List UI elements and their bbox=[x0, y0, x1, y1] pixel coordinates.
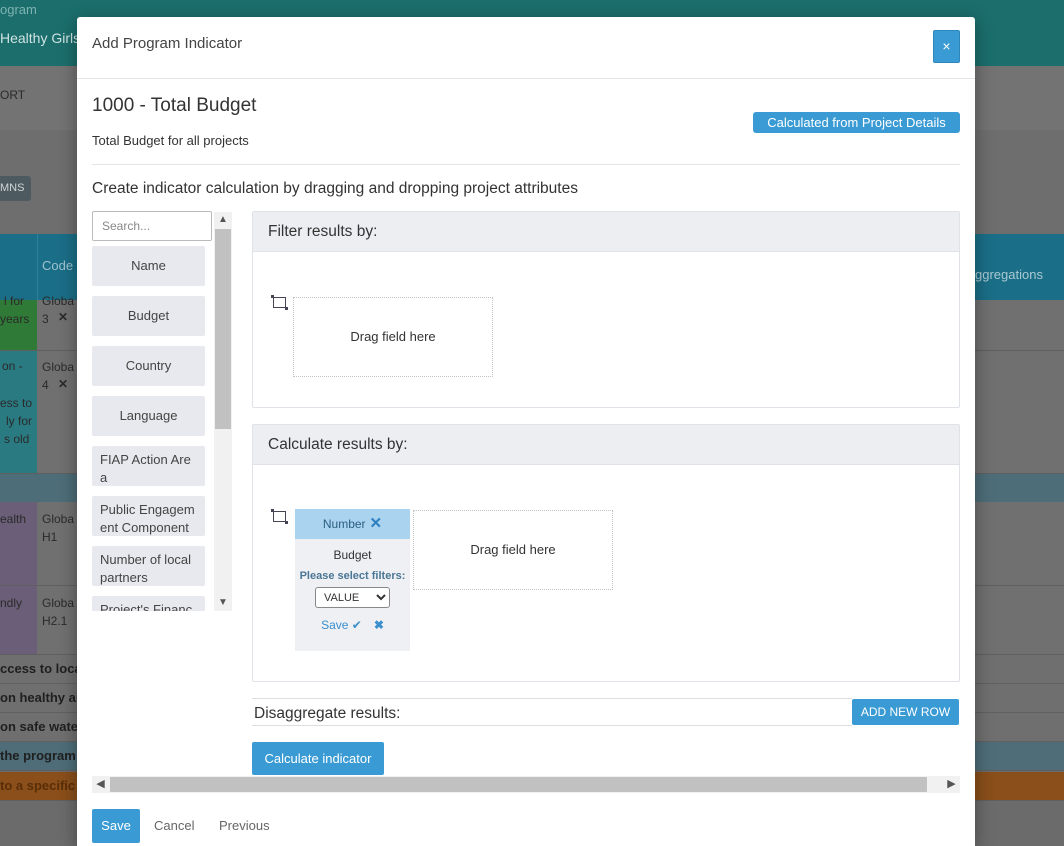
calculate-dropzone[interactable]: Drag field here bbox=[413, 510, 613, 590]
attribute-item-language[interactable]: Language bbox=[92, 396, 205, 436]
background-remove-icon: ✕ bbox=[58, 377, 69, 391]
background-toolbar-label: ORT bbox=[0, 88, 26, 102]
scroll-right-icon[interactable]: ▶ bbox=[943, 776, 960, 793]
scrollbar-thumb[interactable] bbox=[215, 229, 231, 429]
filter-panel-title: Filter results by: bbox=[253, 212, 959, 252]
number-card-field: Budget bbox=[333, 548, 372, 562]
close-button[interactable]: × bbox=[933, 30, 960, 63]
card-actions: Save ✔ ✖ bbox=[295, 618, 410, 632]
modal-title: Add Program Indicator bbox=[92, 35, 243, 52]
instructions-text: Create indicator calculation by dragging… bbox=[92, 180, 578, 197]
drag-handle-icon[interactable] bbox=[271, 509, 288, 524]
add-program-indicator-modal: Add Program Indicator × 1000 - Total Bud… bbox=[77, 17, 975, 846]
number-card-type: Number bbox=[322, 517, 366, 531]
background-columns-button: MNS bbox=[0, 176, 31, 201]
filters-prompt: Please select filters: bbox=[299, 570, 406, 582]
calculate-panel: Calculate results by: Number ✕ Budget Ple… bbox=[252, 424, 960, 682]
attribute-item-local-partners[interactable]: Number of local partners bbox=[92, 546, 205, 586]
disaggregate-label: Disaggregate results: bbox=[252, 698, 852, 726]
attribute-item-project-financ[interactable]: Project's Financ bbox=[92, 596, 205, 611]
attribute-item-public-engagement[interactable]: Public Engagem ent Component bbox=[92, 496, 205, 536]
divider bbox=[92, 164, 960, 165]
check-icon: ✔ bbox=[351, 618, 362, 632]
background-code-header: Code bbox=[42, 258, 74, 273]
filter-dropzone[interactable]: Drag field here bbox=[293, 297, 493, 377]
background-breadcrumb: ogram bbox=[0, 2, 37, 17]
background-aggregations-header: ggregations bbox=[975, 267, 1043, 282]
number-card: Number ✕ Budget Please select filters: VA… bbox=[295, 509, 410, 651]
filter-panel: Filter results by: Drag field here bbox=[252, 211, 960, 408]
calculate-panel-title: Calculate results by: bbox=[253, 425, 959, 465]
horizontal-scrollbar[interactable]: ◀ ▶ bbox=[92, 776, 960, 793]
drag-handle-icon[interactable] bbox=[271, 295, 288, 310]
background-remove-icon: ✕ bbox=[58, 310, 69, 324]
indicator-title: 1000 - Total Budget bbox=[92, 95, 257, 116]
attribute-item-country[interactable]: Country bbox=[92, 346, 205, 386]
card-cancel-icon[interactable]: ✖ bbox=[374, 618, 384, 632]
card-save-button[interactable]: Save ✔ bbox=[321, 618, 362, 632]
calculate-indicator-button[interactable]: Calculate indicator bbox=[252, 742, 384, 775]
value-select[interactable]: VALUE bbox=[315, 587, 390, 608]
indicator-description: Total Budget for all projects bbox=[92, 133, 249, 148]
background-program-name: Healthy Girls bbox=[0, 30, 81, 46]
attribute-item-name[interactable]: Name bbox=[92, 246, 205, 286]
attribute-item-fiap-action-area[interactable]: FIAP Action Are a bbox=[92, 446, 205, 486]
scroll-left-icon[interactable]: ◀ bbox=[92, 776, 109, 793]
attribute-item-budget[interactable]: Budget bbox=[92, 296, 205, 336]
cancel-link[interactable]: Cancel bbox=[154, 818, 194, 833]
calculated-badge: Calculated from Project Details bbox=[753, 112, 960, 133]
number-card-header: Number ✕ bbox=[295, 509, 410, 539]
attribute-list-scrollbar[interactable]: ▲ ▼ bbox=[214, 212, 232, 611]
previous-link[interactable]: Previous bbox=[219, 818, 270, 833]
attribute-search-input[interactable] bbox=[92, 211, 212, 241]
save-button[interactable]: Save bbox=[92, 809, 140, 843]
add-new-row-button[interactable]: ADD NEW ROW bbox=[852, 699, 959, 725]
scroll-down-icon[interactable]: ▼ bbox=[214, 595, 232, 611]
scroll-up-icon[interactable]: ▲ bbox=[214, 212, 232, 228]
attribute-list: Name Budget Country Language FIAP Action… bbox=[92, 246, 205, 611]
remove-icon[interactable]: ✕ bbox=[370, 515, 383, 532]
modal-header: Add Program Indicator × bbox=[77, 17, 975, 79]
scrollbar-thumb[interactable] bbox=[110, 777, 927, 792]
